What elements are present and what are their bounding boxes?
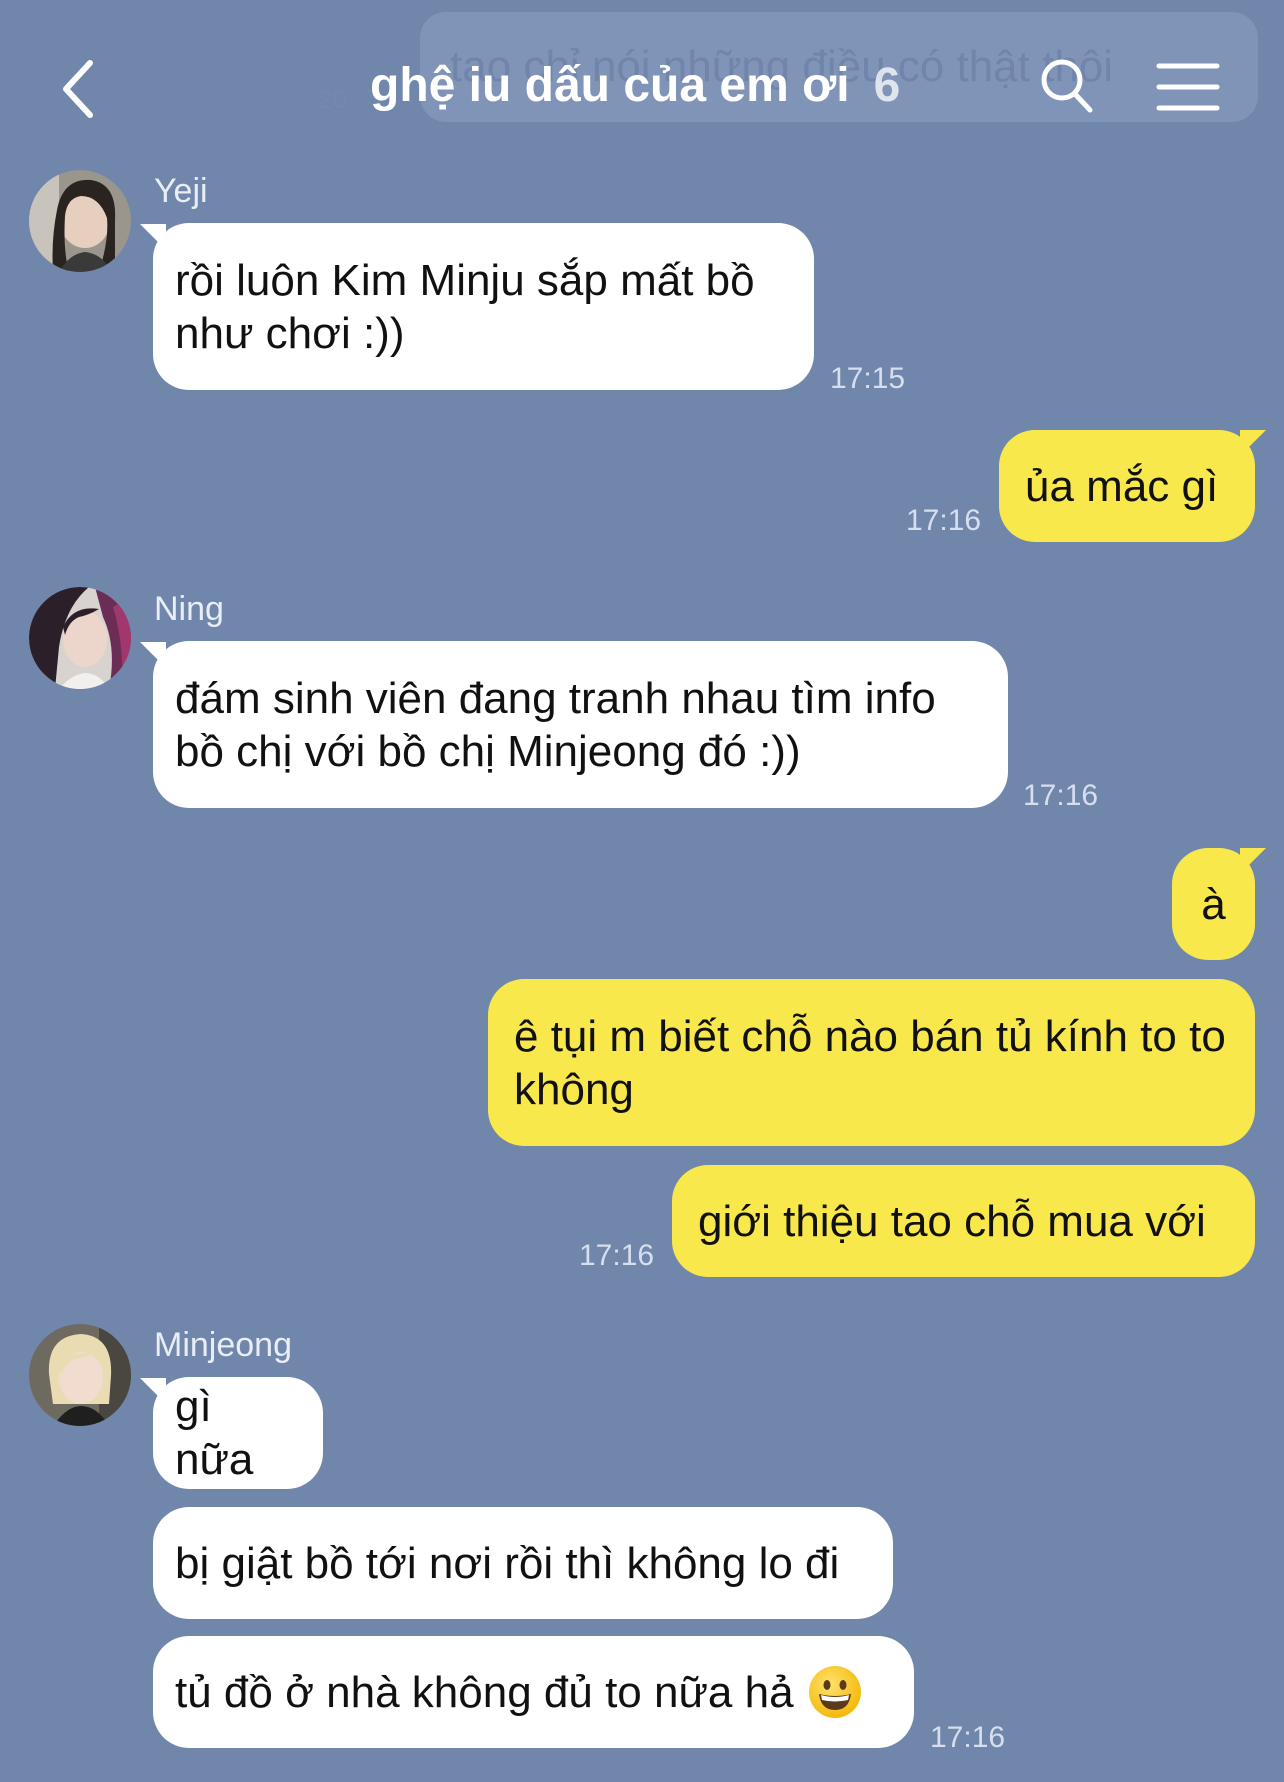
member-count: 6 [873, 59, 901, 112]
message-time: 17:16 [930, 1721, 1006, 1754]
avatar-minjeong[interactable] [29, 1324, 131, 1426]
message-bubble[interactable]: tủ đồ ở nhà không đủ to nữa hả [153, 1636, 914, 1748]
message-time: 17:16 [906, 504, 982, 537]
message-text: giới thiệu tao chỗ mua với [698, 1196, 1206, 1246]
message-bubble[interactable]: ê tụi m biết chỗ nào bán tủ kính to to k… [488, 979, 1255, 1146]
message-text: đám sinh viên đang tranh nhau tìm info b… [175, 673, 936, 776]
sender-name: Minjeong [154, 1326, 292, 1364]
bubble-tail [1240, 430, 1266, 456]
chat-title: ghệ iu dấu của em ơi [370, 59, 850, 112]
message-bubble[interactable]: bị giật bồ tới nơi rồi thì không lo đi [153, 1507, 893, 1619]
message-text: à [1201, 879, 1226, 929]
message-time: 17:16 [579, 1239, 655, 1272]
search-icon [1041, 59, 1093, 113]
chevron-left-icon [63, 60, 93, 118]
grinning-face-icon [808, 1666, 861, 1718]
profile-photo [29, 1324, 131, 1426]
message-text: tủ đồ ở nhà không đủ to nữa hả [175, 1667, 794, 1717]
profile-photo [29, 170, 131, 272]
chat-header: ghệ iu dấu của em ơi 6 [0, 0, 1284, 170]
avatar-ning[interactable] [29, 587, 131, 689]
hamburger-menu-icon [1156, 63, 1220, 111]
chat-title-group[interactable]: ghệ iu dấu của em ơi 6 [370, 58, 900, 118]
message-bubble[interactable]: gì nữa [153, 1377, 323, 1489]
message-text: ê tụi m biết chỗ nào bán tủ kính to to k… [514, 1011, 1226, 1114]
bubble-tail [1240, 848, 1266, 874]
message-text: gì nữa [175, 1382, 254, 1484]
message-text: ủa mắc gì [1025, 461, 1219, 511]
sender-name: Ning [154, 590, 224, 628]
message-time: 17:16 [1023, 779, 1099, 812]
message-text: rồi luôn Kim Minju sắp mất bồ như chơi :… [175, 255, 755, 358]
message-bubble[interactable]: đám sinh viên đang tranh nhau tìm info b… [153, 641, 1008, 808]
message-bubble[interactable]: rồi luôn Kim Minju sắp mất bồ như chơi :… [153, 223, 814, 390]
message-time: 17:15 [830, 362, 906, 395]
back-button[interactable] [58, 55, 108, 125]
message-bubble[interactable]: ủa mắc gì [999, 430, 1255, 542]
search-button[interactable] [1038, 56, 1096, 116]
profile-photo [29, 587, 131, 689]
message-text: bị giật bồ tới nơi rồi thì không lo đi [175, 1538, 840, 1588]
message-bubble[interactable]: giới thiệu tao chỗ mua với [672, 1165, 1255, 1277]
menu-button[interactable] [1156, 62, 1220, 112]
avatar-yeji[interactable] [29, 170, 131, 272]
sender-name: Yeji [154, 172, 208, 210]
